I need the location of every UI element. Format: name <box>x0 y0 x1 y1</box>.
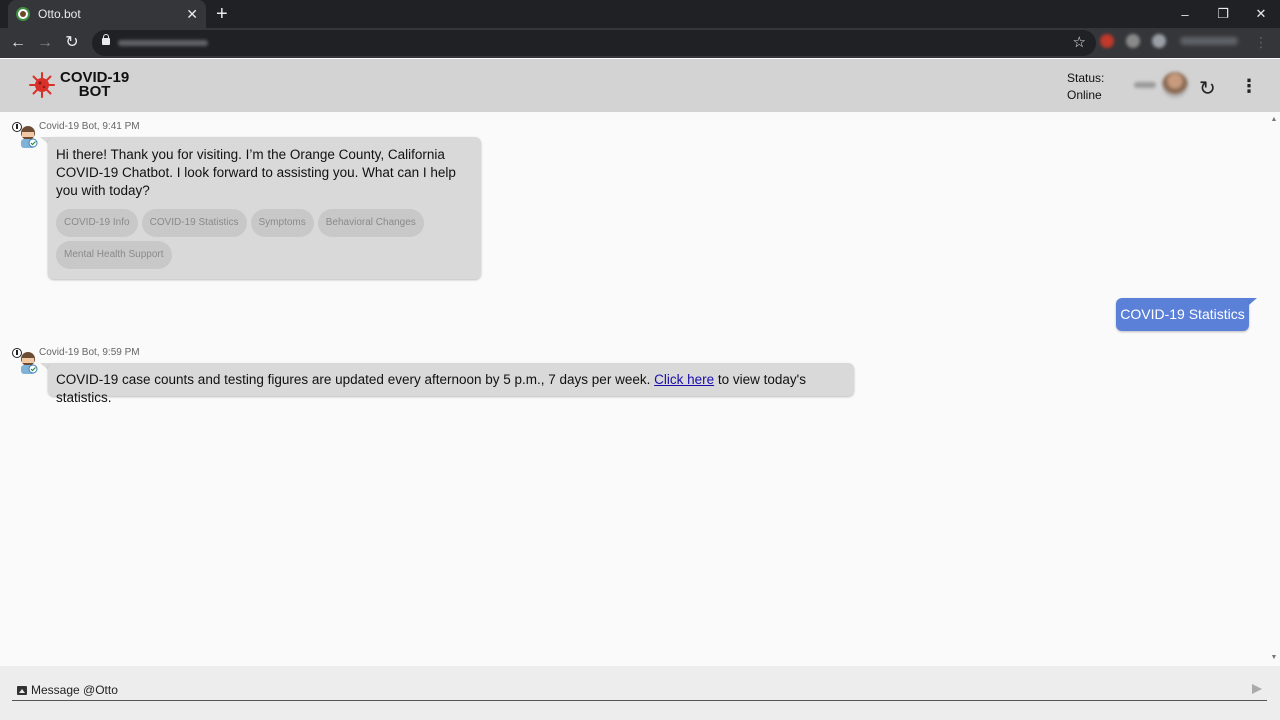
bookmark-star-icon[interactable]: ☆ <box>1073 33 1086 51</box>
new-tab-icon[interactable]: + <box>216 4 228 24</box>
chat-area[interactable]: Covid-19 Bot, 9:41 PM Hi there! Thank yo… <box>0 112 1268 666</box>
quick-reply-covid-statistics[interactable]: COVID-19 Statistics <box>141 209 247 237</box>
forward-icon[interactable]: → <box>35 33 55 53</box>
agent-name-redacted <box>1134 82 1156 88</box>
quick-replies: COVID-19 Info COVID-19 Statistics Sympto… <box>56 209 476 273</box>
chat-scrollbar[interactable]: ▲ ▼ <box>1268 112 1280 666</box>
quick-reply-mental-health-support[interactable]: Mental Health Support <box>56 241 172 269</box>
refresh-icon[interactable]: ↻ <box>1199 76 1216 101</box>
minimize-icon[interactable]: – <box>1166 0 1204 28</box>
logo-text: COVID-19 BOT <box>60 70 129 100</box>
back-icon[interactable]: ← <box>8 33 28 53</box>
bot-message-bubble: COVID-19 case counts and testing figures… <box>48 363 854 405</box>
more-options-icon[interactable]: ⋮ <box>1240 76 1258 97</box>
bot-avatar-icon <box>12 348 38 374</box>
browser-menu-icon[interactable]: ⋮ <box>1254 34 1268 51</box>
profile-avatar-icon[interactable] <box>1152 34 1166 48</box>
quick-reply-covid-info[interactable]: COVID-19 Info <box>56 209 138 237</box>
message-meta: Covid-19 Bot, 9:59 PM <box>39 347 140 358</box>
quick-reply-symptoms[interactable]: Symptoms <box>250 209 314 237</box>
message-composer <box>0 666 1280 720</box>
url-redacted <box>118 40 208 46</box>
image-upload-icon[interactable] <box>17 686 27 695</box>
quick-reply-behavioral-changes[interactable]: Behavioral Changes <box>317 209 424 237</box>
extensions-area <box>1100 34 1238 48</box>
app-header: COVID-19 BOT Status: Online ↻ ⋮ <box>0 59 1280 112</box>
window-controls: – ❐ ✕ <box>1166 0 1280 28</box>
statistics-link[interactable]: Click here <box>654 372 714 387</box>
tab-close-icon[interactable]: ✕ <box>186 7 198 21</box>
message-input[interactable] <box>31 682 1241 698</box>
profile-label-redacted <box>1180 37 1238 45</box>
input-underline <box>12 700 1267 701</box>
bot-message-text: COVID-19 case counts and testing figures… <box>56 372 655 387</box>
bot-message-bubble: Hi there! Thank you for visiting. I’m th… <box>48 137 481 279</box>
scroll-up-icon[interactable]: ▲ <box>1268 116 1280 123</box>
virus-icon <box>29 72 55 98</box>
status-label: Status: <box>1067 71 1105 85</box>
close-window-icon[interactable]: ✕ <box>1242 0 1280 28</box>
lock-icon <box>102 34 110 45</box>
status-value: Online <box>1067 88 1102 102</box>
logo: COVID-19 BOT <box>28 70 129 100</box>
message-meta: Covid-19 Bot, 9:41 PM <box>39 121 140 132</box>
avatar <box>1162 72 1188 98</box>
logo-line-2: BOT <box>78 83 111 100</box>
user-message-bubble: COVID-19 Statistics <box>1116 298 1249 331</box>
agent-area <box>1134 72 1188 98</box>
browser-toolbar: ← → ↻ ☆ ⋮ <box>0 28 1280 58</box>
bot-message-text: Hi there! Thank you for visiting. I’m th… <box>56 147 456 198</box>
browser-tab[interactable]: Otto.bot ✕ <box>8 0 206 28</box>
tab-title: Otto.bot <box>38 7 81 21</box>
favicon-icon <box>16 7 30 21</box>
reload-icon[interactable]: ↻ <box>62 33 82 53</box>
bot-avatar-icon <box>12 122 38 148</box>
extension-icon[interactable] <box>1100 34 1114 48</box>
scroll-down-icon[interactable]: ▼ <box>1268 654 1280 661</box>
extension-icon[interactable] <box>1126 34 1140 48</box>
restore-icon[interactable]: ❐ <box>1204 0 1242 28</box>
address-bar[interactable]: ☆ <box>92 30 1096 56</box>
browser-tabstrip: Otto.bot ✕ + – ❐ ✕ <box>0 0 1280 28</box>
send-icon[interactable] <box>1252 684 1262 694</box>
